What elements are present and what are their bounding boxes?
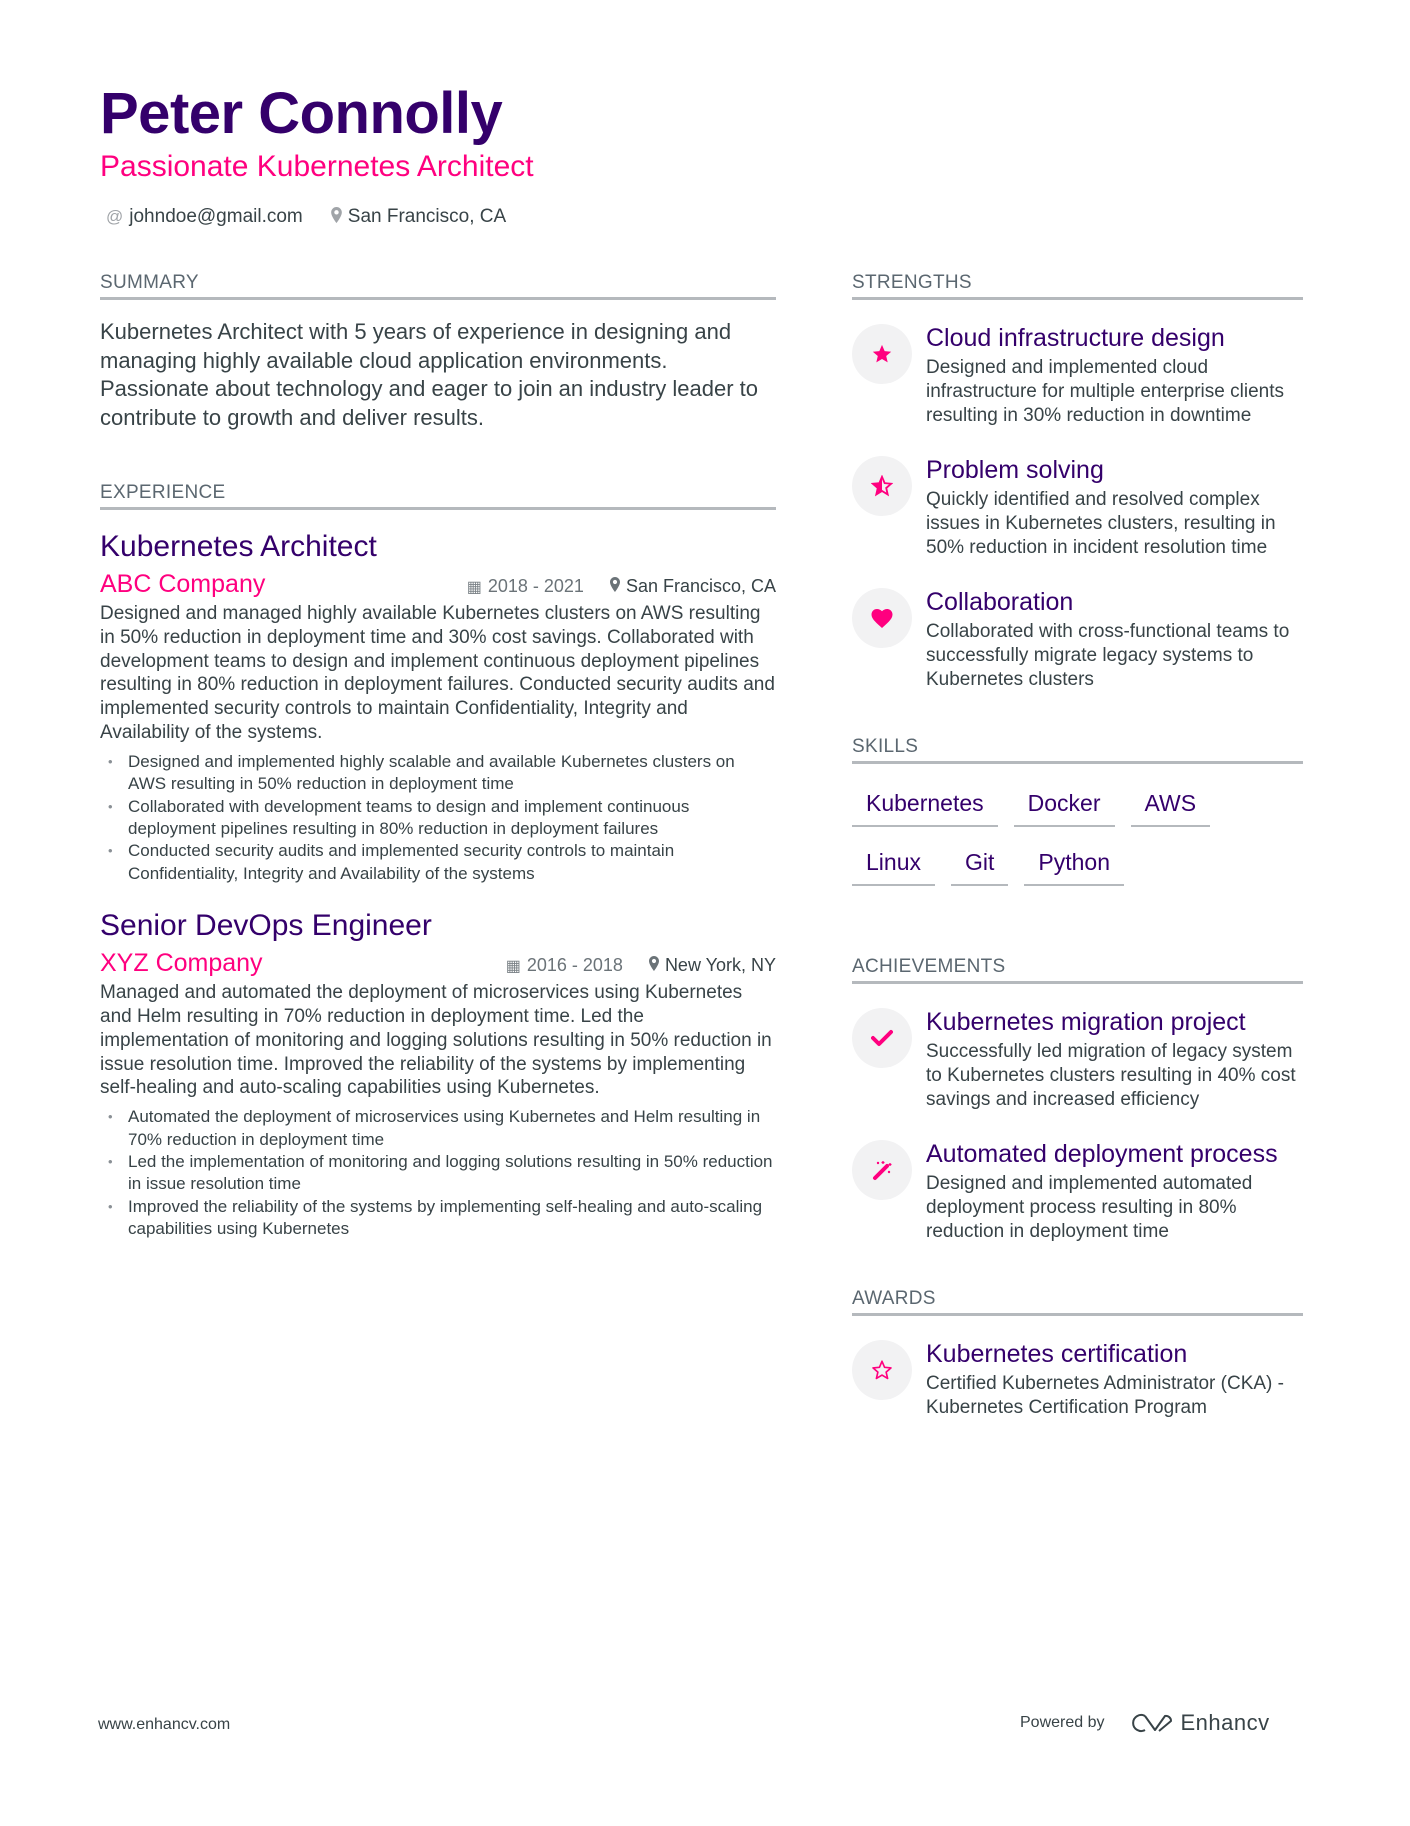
achievement-title: Automated deployment process <box>926 1140 1278 1168</box>
section-heading: STRENGTHS <box>852 272 1303 300</box>
strength-item: Collaboration Collaborated with cross-fu… <box>852 586 1303 692</box>
skill-tag: AWS <box>1130 784 1211 827</box>
right-column: STRENGTHS Cloud infrastructure design De… <box>852 272 1303 1420</box>
candidate-name: Peter Connolly <box>100 81 503 146</box>
bullet-item: Conducted security audits and implemente… <box>100 840 776 885</box>
award-item: Kubernetes certification Certified Kuber… <box>852 1338 1303 1420</box>
award-title: Kubernetes certification <box>926 1340 1188 1368</box>
left-column: SUMMARY Kubernetes Architect with 5 year… <box>100 272 776 1241</box>
location-pin-icon <box>648 956 659 975</box>
section-heading: SKILLS <box>852 736 1303 764</box>
skill-tag: Python <box>1024 843 1124 886</box>
strength-description: Designed and implemented cloud infrastru… <box>926 357 1284 426</box>
powered-by-label: Powered by <box>1020 1714 1105 1731</box>
skills-section: SKILLS Kubernetes Docker AWS Linux Git P… <box>852 736 1303 886</box>
contact-email[interactable]: @ johndoe@gmail.com <box>106 206 303 228</box>
section-heading: EXPERIENCE <box>100 482 776 510</box>
job-bullets: Automated the deployment of microservice… <box>100 1106 776 1240</box>
checkmark-icon <box>852 1008 912 1068</box>
calendar-icon: ▦ <box>505 958 521 976</box>
summary-section: SUMMARY Kubernetes Architect with 5 year… <box>100 272 776 432</box>
achievement-description: Designed and implemented automated deplo… <box>926 1173 1253 1242</box>
half-star-icon <box>852 456 912 516</box>
enhancv-logo-icon <box>1131 1714 1172 1732</box>
contact-info: @ johndoe@gmail.com San Francisco, CA <box>106 206 506 228</box>
strength-description: Collaborated with cross-functional teams… <box>926 621 1290 690</box>
at-icon: @ <box>106 207 124 226</box>
awards-section: AWARDS Kubernetes certification Certifie… <box>852 1288 1303 1420</box>
job-location: New York, NY <box>664 955 776 976</box>
strength-item: Cloud infrastructure design Designed and… <box>852 322 1303 428</box>
location-pin-icon <box>609 577 620 596</box>
job-description: Managed and automated the deployment of … <box>100 982 772 1099</box>
skill-tag: Kubernetes <box>852 784 998 827</box>
job-bullets: Designed and implemented highly scalable… <box>100 751 776 885</box>
bullet-item: Led the implementation of monitoring and… <box>100 1151 776 1196</box>
strength-item: Problem solving Quickly identified and r… <box>852 454 1303 560</box>
company-name: ABC Company <box>100 570 266 598</box>
candidate-title: Passionate Kubernetes Architect <box>100 150 534 183</box>
achievement-description: Successfully led migration of legacy sys… <box>926 1041 1296 1110</box>
company-name: XYZ Company <box>100 949 263 978</box>
skill-tag: Docker <box>1013 784 1115 827</box>
star-outline-icon <box>852 1340 912 1400</box>
star-icon <box>852 324 912 384</box>
achievements-section: ACHIEVEMENTS Kubernetes migration projec… <box>852 956 1303 1244</box>
job-description: Designed and managed highly available Ku… <box>100 603 775 743</box>
experience-section: EXPERIENCE Kubernetes Architect ABC Comp… <box>100 482 776 1241</box>
strengths-section: STRENGTHS Cloud infrastructure design De… <box>852 272 1303 692</box>
job-location: San Francisco, CA <box>625 576 776 596</box>
job-title: Senior DevOps Engineer <box>100 909 432 943</box>
location-text: San Francisco, CA <box>347 206 507 227</box>
bullet-item: Automated the deployment of microservice… <box>100 1106 776 1151</box>
job-title: Kubernetes Architect <box>100 530 377 563</box>
skills-list: Kubernetes Docker AWS Linux Git Python <box>852 784 1303 886</box>
strength-title: Collaboration <box>926 588 1074 616</box>
contact-location: San Francisco, CA <box>330 206 507 228</box>
email-text: johndoe@gmail.com <box>129 206 303 227</box>
bullet-item: Improved the reliability of the systems … <box>100 1196 776 1241</box>
summary-text: Kubernetes Architect with 5 years of exp… <box>100 319 759 430</box>
footer-website-link[interactable]: www.enhancv.com <box>98 1716 230 1734</box>
magic-wand-icon <box>852 1140 912 1200</box>
section-heading: ACHIEVEMENTS <box>852 956 1303 984</box>
heart-icon <box>852 588 912 648</box>
skill-tag: Git <box>950 843 1009 886</box>
skill-tag: Linux <box>852 843 935 886</box>
award-description: Certified Kubernetes Administrator (CKA)… <box>926 1373 1284 1418</box>
job-dates: 2016 - 2018 <box>526 955 623 976</box>
strength-title: Problem solving <box>926 456 1104 484</box>
enhancv-logo[interactable]: Enhancv <box>1129 1710 1270 1736</box>
achievement-title: Kubernetes migration project <box>926 1008 1246 1036</box>
strength-description: Quickly identified and resolved complex … <box>926 489 1276 558</box>
experience-entry: Kubernetes Architect ABC Company ▦ 2018 -… <box>100 528 776 885</box>
brand-name: Enhancv <box>1180 1710 1270 1735</box>
section-heading: AWARDS <box>852 1288 1303 1316</box>
location-pin-icon <box>330 206 342 228</box>
calendar-icon: ▦ <box>466 579 482 596</box>
achievement-item: Automated deployment process Designed an… <box>852 1138 1303 1244</box>
footer-branding: Powered by Enhancv <box>1020 1710 1270 1736</box>
strength-title: Cloud infrastructure design <box>926 324 1225 352</box>
achievement-item: Kubernetes migration project Successfull… <box>852 1006 1303 1112</box>
job-dates: 2018 - 2021 <box>487 576 584 596</box>
experience-entry: Senior DevOps Engineer XYZ Company ▦ 2016… <box>100 907 776 1240</box>
section-heading: SUMMARY <box>100 272 776 300</box>
bullet-item: Collaborated with development teams to d… <box>100 796 776 841</box>
bullet-item: Designed and implemented highly scalable… <box>100 751 776 796</box>
